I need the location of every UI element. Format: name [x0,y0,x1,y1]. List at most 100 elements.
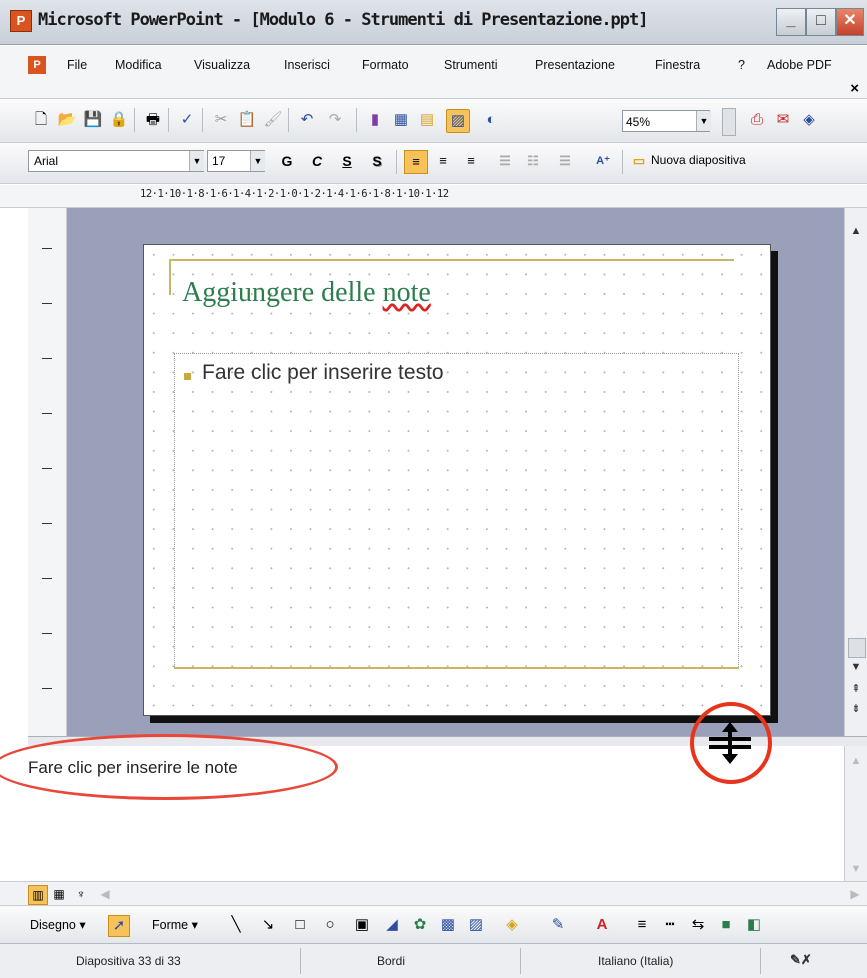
draw-menu-button[interactable]: Disegno ▾ [30,917,86,932]
cut-icon[interactable]: ✂ [210,109,232,131]
clipart-icon[interactable]: ▩ [438,915,458,935]
menu-adobe-pdf[interactable]: Adobe PDF [767,58,832,72]
slide-decor-line [174,667,739,669]
ruler-tick [42,468,52,469]
scroll-left-icon[interactable]: ◀ [96,885,114,903]
print-icon[interactable]: 🖶 [142,109,164,131]
autoshapes-menu-button[interactable]: Forme ▾ [152,917,198,932]
maximize-button[interactable]: □ [806,8,836,36]
menu-modifica[interactable]: Modifica [115,58,162,72]
menu-formato[interactable]: Formato [362,58,409,72]
numbering-icon[interactable]: ☷ [522,150,544,172]
rectangle-icon[interactable]: □ [290,915,310,935]
next-slide-icon[interactable]: ⇟ [845,698,867,720]
minimize-button[interactable]: _ [776,8,806,36]
font-color-icon[interactable]: A [592,915,612,935]
arrow-icon[interactable]: ↘ [258,915,278,935]
chart-icon[interactable]: ▮ [364,109,386,131]
vertical-scrollbar[interactable]: ▲ ▼ ⇞ ⇟ [844,208,867,736]
slide-canvas[interactable]: Aggiungere delle note Fare clic per inse… [143,244,771,716]
close-button[interactable]: ✕ [836,8,864,36]
powerpoint-app-icon[interactable]: P [10,10,32,32]
slideshow-icon[interactable]: ♆ [72,885,90,903]
pdf-email-icon[interactable]: ✉ [772,109,794,131]
line-color-icon[interactable]: ✎ [548,915,568,935]
bullets-icon[interactable]: ☰ [554,150,576,172]
tables-borders-icon[interactable]: ▤ [416,109,438,131]
slide-title[interactable]: Aggiungere delle note [182,277,431,309]
new-slide-icon[interactable]: ▭ [628,150,650,172]
bold-button[interactable]: G [276,150,298,172]
format-painter-icon[interactable]: 🖌 [262,109,284,131]
zoom-value: 45% [626,115,651,129]
underline-button[interactable]: S [336,150,358,172]
line-style-icon[interactable]: ≡ [632,915,652,935]
picture-icon[interactable]: ▨ [466,915,486,935]
shadow-style-icon[interactable]: ■ [716,915,736,935]
notes-scrollbar[interactable]: ▲ ▼ [844,746,867,881]
separator [202,108,203,132]
italic-button[interactable]: C [306,150,328,172]
scroll-thumb[interactable] [848,638,866,658]
save-icon[interactable]: 💾 [82,109,104,131]
new-document-icon[interactable]: 🗋 [30,109,52,131]
font-dropdown-icon[interactable]: ▼ [189,151,204,171]
wordart-icon[interactable]: ◢ [382,915,402,935]
menu-bar: P File Modifica Visualizza Inserisci For… [0,46,867,99]
diagram-icon[interactable]: ✿ [410,915,430,935]
close-document-button[interactable]: × [850,80,859,97]
toolbar-grip-handle[interactable] [722,108,736,136]
shadow-button[interactable]: S [366,150,388,172]
menu-file[interactable]: File [67,58,87,72]
spelling-icon[interactable]: ✓ [176,109,198,131]
body-placeholder[interactable] [174,353,739,669]
menu-inserisci[interactable]: Inserisci [284,58,330,72]
previous-slide-icon[interactable]: ⇞ [845,678,867,700]
menu-finestra[interactable]: Finestra [655,58,700,72]
separator [356,108,357,132]
font-size-value: 17 [212,154,226,168]
font-size-dropdown-icon[interactable]: ▼ [250,151,265,171]
notes-scroll-down-icon[interactable]: ▼ [845,858,867,880]
color-grayscale-icon[interactable]: ◐ [480,109,502,131]
spelling-status-icon[interactable]: ✎✗ [790,952,812,968]
align-right-icon[interactable]: ≡ [460,150,482,172]
open-folder-icon[interactable]: 📂 [56,109,78,131]
notes-scroll-up-icon[interactable]: ▲ [845,750,867,772]
3d-style-icon[interactable]: ◧ [744,915,764,935]
align-center-icon[interactable]: ≡ [432,150,454,172]
increase-font-icon[interactable]: A⁺ [592,150,614,172]
dash-style-icon[interactable]: ┅ [660,915,680,935]
pdf-review-icon[interactable]: ◈ [798,109,820,131]
zoom-dropdown-icon[interactable]: ▼ [696,111,711,131]
menu-visualizza[interactable]: Visualizza [194,58,250,72]
scroll-down-icon[interactable]: ▼ [845,656,867,678]
paste-icon[interactable]: 📋 [236,109,258,131]
menu-strumenti[interactable]: Strumenti [444,58,498,72]
oval-icon[interactable]: ○ [320,915,340,935]
show-grid-icon[interactable]: ▨ [446,109,470,133]
slide-count-status: Diapositiva 33 di 33 [76,954,181,968]
redo-icon[interactable]: ↷ [324,109,346,131]
menu-presentazione[interactable]: Presentazione [535,58,615,72]
convert-pdf-icon[interactable]: ⎙ [746,109,768,131]
menu-help[interactable]: ? [738,58,745,72]
arrow-style-icon[interactable]: ⇆ [688,915,708,935]
document-icon[interactable]: P [28,56,46,74]
select-pointer-icon[interactable]: ➚ [108,915,130,937]
textbox-icon[interactable]: ▣ [352,915,372,935]
normal-view-icon[interactable]: ▥ [28,885,48,905]
font-name-input[interactable]: Arial [28,150,204,172]
undo-icon[interactable]: ↶ [296,109,318,131]
line-icon[interactable]: ╲ [226,915,246,935]
status-bar: Diapositiva 33 di 33 Bordi Italiano (Ita… [0,943,867,978]
slide-sorter-icon[interactable]: ▦ [50,885,68,903]
scroll-right-icon[interactable]: ▶ [846,885,864,903]
line-spacing-icon[interactable]: ☰ [494,150,516,172]
align-left-icon[interactable]: ≡ [404,150,428,174]
table-icon[interactable]: ▦ [390,109,412,131]
scroll-up-icon[interactable]: ▲ [845,220,867,242]
fill-color-icon[interactable]: ◈ [502,915,522,935]
new-slide-button[interactable]: Nuova diapositiva [651,153,746,167]
permission-icon[interactable]: 🔒 [108,109,130,131]
